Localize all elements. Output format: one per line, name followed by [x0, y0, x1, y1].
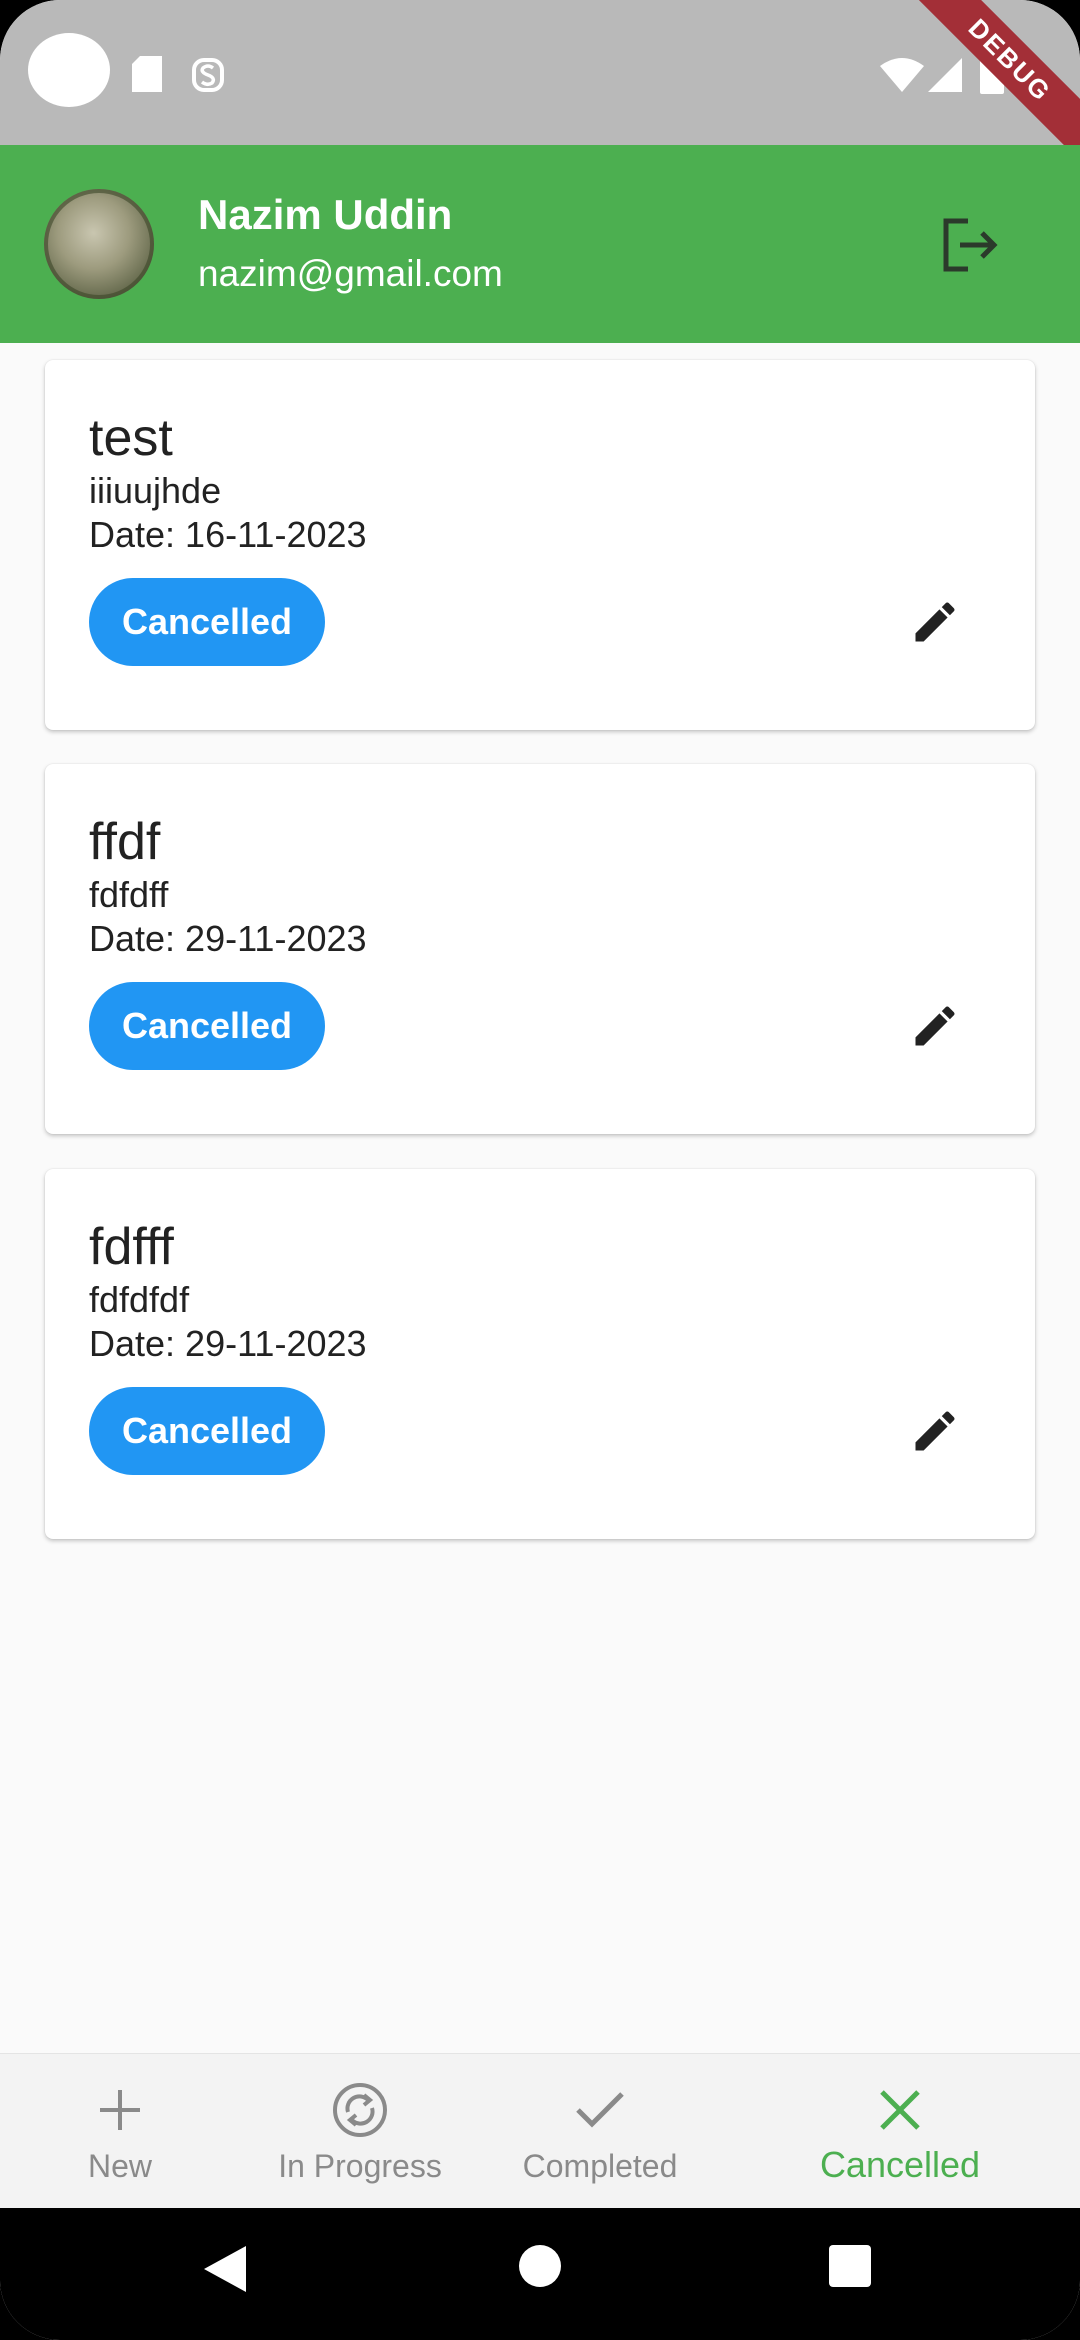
plus-icon	[100, 2090, 140, 2130]
nav-item-new[interactable]: New	[50, 2054, 190, 2209]
task-card[interactable]: ffdf fdfdff Date: 29-11-2023 Cancelled	[45, 764, 1035, 1134]
edit-pencil-icon	[915, 1006, 955, 1046]
device-frame: DEBUG Nazim Uddin nazim@gmail.com test i…	[0, 0, 1080, 2340]
back-icon[interactable]	[202, 2244, 248, 2294]
user-name: Nazim Uddin	[198, 191, 453, 238]
task-description: fdfdff	[89, 874, 169, 915]
nav-item-cancelled[interactable]: Cancelled	[800, 2054, 1000, 2209]
logout-button[interactable]	[930, 205, 1010, 285]
nav-label: New	[87, 2148, 152, 2184]
system-navigation-bar	[0, 2208, 1080, 2340]
recents-icon[interactable]	[828, 2244, 872, 2288]
status-chip: Cancelled	[89, 982, 325, 1070]
sd-card-icon	[132, 56, 162, 92]
task-date: Date: 29-11-2023	[89, 1323, 367, 1364]
task-date: Date: 16-11-2023	[89, 514, 367, 555]
home-icon[interactable]	[518, 2244, 562, 2288]
task-title: test	[89, 409, 173, 467]
nav-item-in-progress[interactable]: In Progress	[260, 2054, 460, 2209]
sync-icon	[333, 2083, 387, 2137]
camera-cutout	[28, 33, 110, 107]
s-badge-icon	[192, 58, 224, 92]
close-icon	[880, 2090, 920, 2130]
nav-label: Cancelled	[819, 2144, 981, 2185]
edit-pencil-icon	[915, 602, 955, 642]
task-card[interactable]: test iiiuujhde Date: 16-11-2023 Cancelle…	[45, 360, 1035, 730]
check-icon	[576, 2092, 624, 2128]
app-screen: DEBUG Nazim Uddin nazim@gmail.com test i…	[0, 0, 1080, 2340]
signal-icon	[928, 58, 962, 92]
user-email: nazim@gmail.com	[198, 253, 503, 294]
task-description: iiiuujhde	[89, 470, 222, 511]
bottom-navigation: New In Progress Completed Cancelled	[0, 2053, 1080, 2209]
status-bar: DEBUG	[0, 0, 1080, 145]
edit-button[interactable]	[895, 582, 975, 662]
task-title: ffdf	[89, 813, 161, 871]
avatar[interactable]	[44, 189, 154, 299]
edit-pencil-icon	[915, 1411, 955, 1451]
profile-header: Nazim Uddin nazim@gmail.com	[0, 145, 1080, 343]
edit-button[interactable]	[895, 986, 975, 1066]
task-title: fdfff	[89, 1218, 174, 1276]
nav-label: In Progress	[278, 2148, 442, 2184]
task-date: Date: 29-11-2023	[89, 918, 367, 959]
task-description: fdfdfdf	[89, 1279, 190, 1320]
edit-button[interactable]	[895, 1391, 975, 1471]
nav-item-completed[interactable]: Completed	[500, 2054, 700, 2209]
task-card[interactable]: fdfff fdfdfdf Date: 29-11-2023 Cancelled	[45, 1169, 1035, 1539]
logout-icon	[943, 218, 998, 272]
wifi-icon	[880, 58, 924, 92]
status-chip: Cancelled	[89, 578, 325, 666]
nav-label: Completed	[522, 2148, 678, 2184]
status-chip: Cancelled	[89, 1387, 325, 1475]
